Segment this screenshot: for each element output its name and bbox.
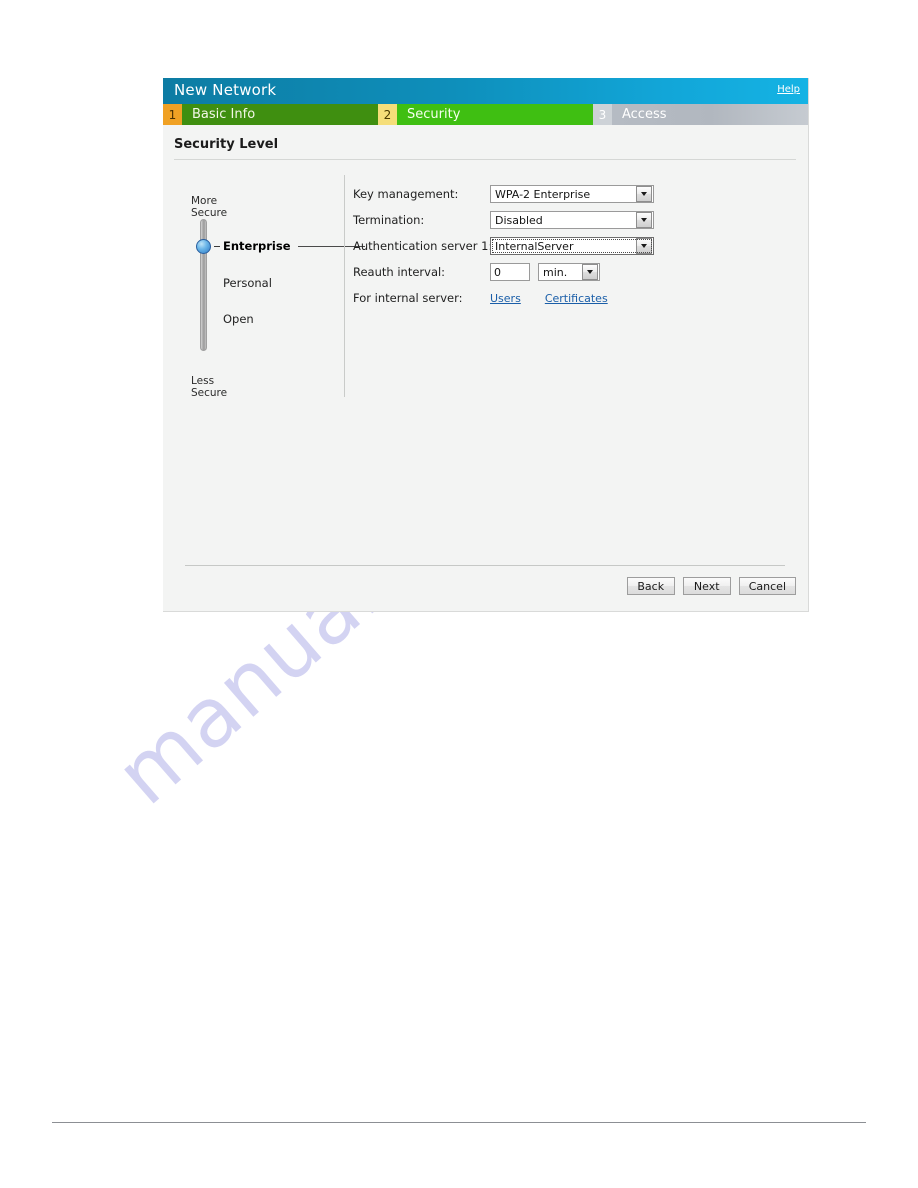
slider-option-personal[interactable]: Personal bbox=[223, 276, 272, 290]
step-number-3: 3 bbox=[593, 104, 612, 125]
security-settings-form: Key management: WPA-2 Enterprise Termina… bbox=[353, 181, 654, 311]
cancel-button[interactable]: Cancel bbox=[738, 577, 796, 595]
chevron-down-icon[interactable] bbox=[636, 186, 652, 202]
slider-caption-less-secure: Less Secure bbox=[191, 375, 228, 399]
step-label-basic-info: Basic Info bbox=[192, 107, 256, 122]
step-number-1: 1 bbox=[163, 104, 182, 125]
slider-handle-tick bbox=[214, 246, 220, 247]
field-row-key-management: Key management: WPA-2 Enterprise bbox=[353, 181, 654, 207]
field-row-internal-server: For internal server: Users Certificates bbox=[353, 285, 654, 311]
new-network-wizard-dialog: New Network Help 1 Basic Info 2 Security… bbox=[163, 78, 809, 612]
auth-server-1-label: Authentication server 1: bbox=[353, 239, 493, 253]
wizard-step-basic-info[interactable]: 1 Basic Info bbox=[163, 104, 378, 125]
footer-buttons: Back Next Cancel bbox=[626, 577, 796, 595]
internal-server-links: Users Certificates bbox=[490, 285, 608, 311]
back-button[interactable]: Back bbox=[626, 577, 675, 595]
termination-value: Disabled bbox=[495, 213, 543, 227]
chevron-down-icon[interactable] bbox=[582, 264, 598, 280]
step-number-2: 2 bbox=[378, 104, 397, 125]
termination-select[interactable]: Disabled bbox=[490, 211, 654, 229]
slider-handle[interactable] bbox=[196, 239, 211, 254]
certificates-link[interactable]: Certificates bbox=[545, 292, 608, 305]
chevron-down-icon[interactable] bbox=[636, 212, 652, 228]
field-row-termination: Termination: Disabled bbox=[353, 207, 654, 233]
termination-label: Termination: bbox=[353, 213, 425, 227]
title-divider bbox=[174, 159, 796, 160]
key-management-value: WPA-2 Enterprise bbox=[495, 187, 591, 201]
auth-server-1-select[interactable]: InternalServer bbox=[490, 237, 654, 255]
step-label-access: Access bbox=[622, 107, 667, 122]
dialog-body: Security Level More Secure Enterprise Pe… bbox=[163, 125, 808, 565]
key-management-select[interactable]: WPA-2 Enterprise bbox=[490, 185, 654, 203]
users-link[interactable]: Users bbox=[490, 292, 521, 305]
slider-caption-more-secure: More Secure bbox=[191, 195, 228, 219]
reauth-interval-unit-value: min. bbox=[543, 265, 568, 279]
wizard-step-security[interactable]: 2 Security bbox=[378, 104, 593, 125]
key-management-label: Key management: bbox=[353, 187, 459, 201]
wizard-steps: 1 Basic Info 2 Security 3 Access bbox=[163, 104, 808, 125]
step-label-security: Security bbox=[407, 107, 461, 122]
page-title: Security Level bbox=[174, 137, 279, 152]
help-link[interactable]: Help bbox=[777, 84, 800, 95]
slider-option-enterprise[interactable]: Enterprise bbox=[223, 239, 291, 253]
column-divider bbox=[344, 175, 345, 397]
dialog-title: New Network bbox=[174, 81, 277, 99]
security-level-slider[interactable]: More Secure Enterprise Personal Open Les… bbox=[173, 177, 365, 407]
reauth-interval-input[interactable] bbox=[490, 263, 530, 281]
chevron-down-icon[interactable] bbox=[636, 238, 652, 254]
next-button[interactable]: Next bbox=[682, 577, 731, 595]
reauth-interval-label: Reauth interval: bbox=[353, 265, 446, 279]
internal-server-label: For internal server: bbox=[353, 291, 463, 305]
dialog-titlebar: New Network Help bbox=[163, 78, 808, 104]
reauth-interval-unit-select[interactable]: min. bbox=[538, 263, 600, 281]
field-row-reauth-interval: Reauth interval: min. bbox=[353, 259, 654, 285]
dialog-footer: Back Next Cancel bbox=[163, 565, 808, 611]
field-row-auth-server-1: Authentication server 1: InternalServer bbox=[353, 233, 654, 259]
slider-option-open[interactable]: Open bbox=[223, 312, 254, 326]
wizard-step-access[interactable]: 3 Access bbox=[593, 104, 808, 125]
footer-divider bbox=[185, 565, 785, 566]
auth-server-1-value: InternalServer bbox=[495, 239, 574, 253]
page-footer-rule bbox=[52, 1122, 866, 1123]
